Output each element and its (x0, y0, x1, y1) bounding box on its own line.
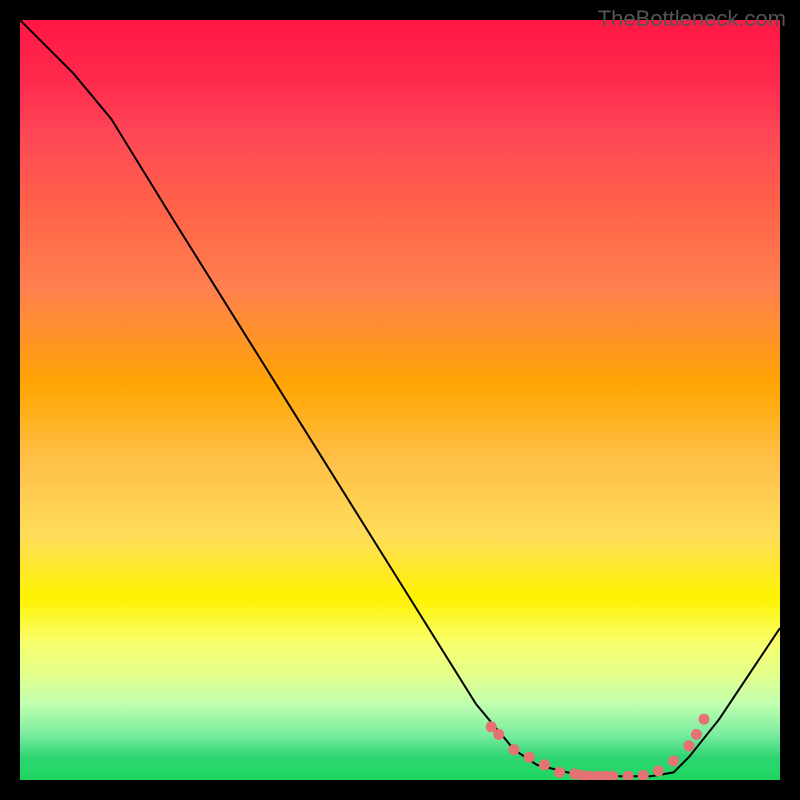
data-marker (607, 771, 618, 780)
data-marker (683, 740, 694, 751)
watermark-text: TheBottleneck.com (598, 6, 786, 32)
data-marker (699, 714, 710, 725)
data-marker (623, 771, 634, 780)
data-marker (653, 765, 664, 776)
data-marker (524, 752, 535, 763)
data-marker (638, 770, 649, 780)
chart-overlay (20, 20, 780, 780)
data-marker (668, 756, 679, 767)
data-marker (554, 767, 565, 778)
data-marker (691, 729, 702, 740)
data-marker (509, 744, 520, 755)
plot-area (20, 20, 780, 780)
bottleneck-curve (20, 20, 780, 776)
data-marker (493, 729, 504, 740)
data-marker (539, 759, 550, 770)
